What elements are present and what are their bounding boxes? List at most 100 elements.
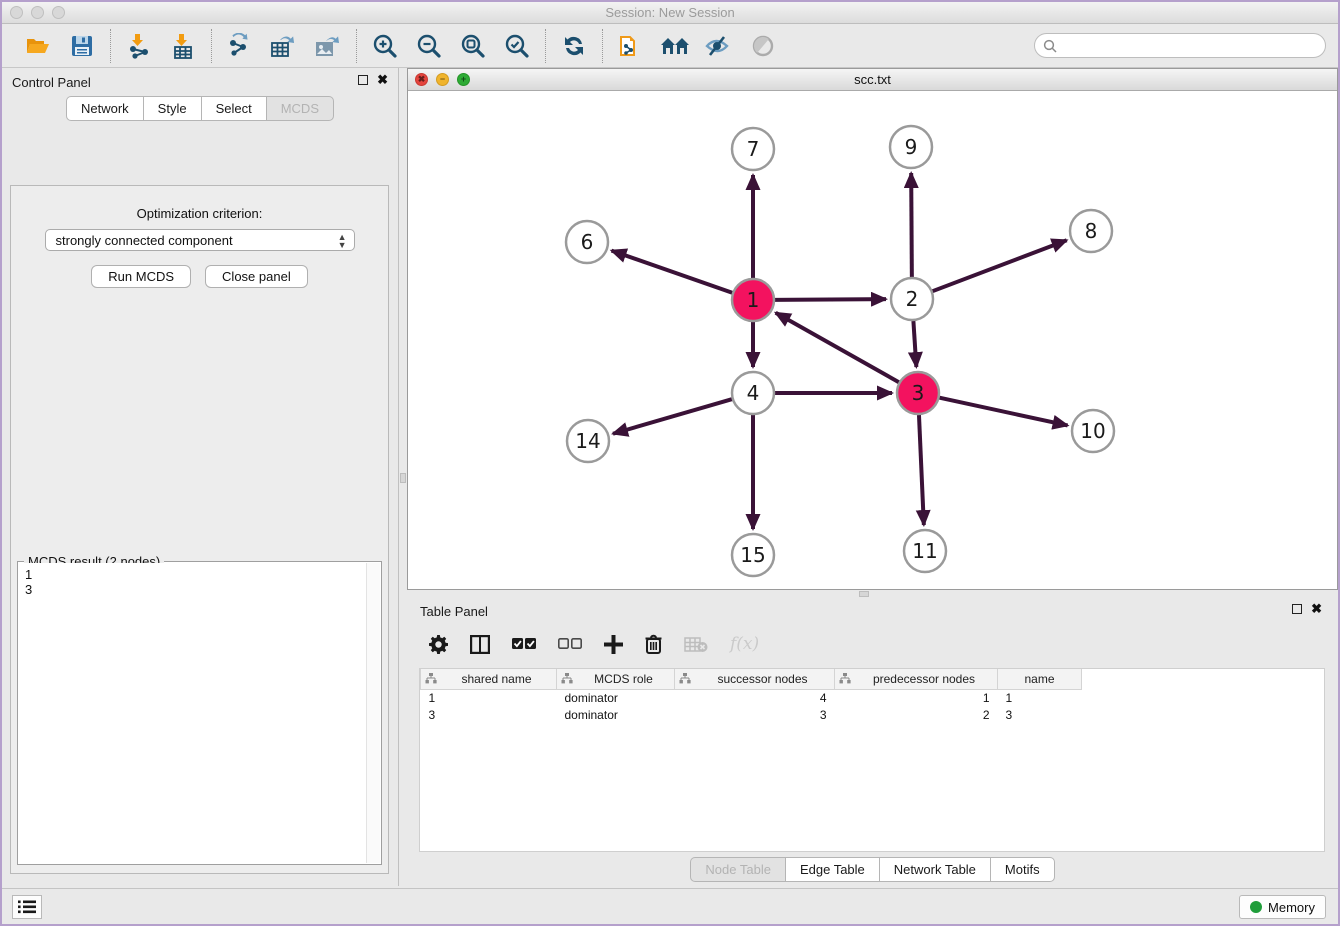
maximize-window-icon[interactable] <box>52 6 65 19</box>
zoom-in-button[interactable] <box>370 31 400 61</box>
delete-column-button[interactable] <box>645 634 662 654</box>
close-panel-icon[interactable]: ✖ <box>377 75 388 85</box>
splitter-handle[interactable] <box>400 473 406 483</box>
network-window-titlebar[interactable]: ✖ − + scc.txt <box>408 69 1337 91</box>
table-mode-gear-button[interactable] <box>429 635 448 654</box>
network-canvas[interactable]: 7 9 6 8 1 2 4 3 14 10 15 11 <box>408 91 1337 589</box>
column-header-MCDS-role[interactable]: MCDS role <box>557 669 675 689</box>
table-cell[interactable]: dominator <box>557 689 675 706</box>
column-header-successor-nodes[interactable]: successor nodes <box>675 669 835 689</box>
run-mcds-button[interactable]: Run MCDS <box>91 265 191 288</box>
unselect-all-button[interactable] <box>558 638 582 650</box>
zoom-out-button[interactable] <box>414 31 444 61</box>
column-type-icon <box>679 673 691 684</box>
table-tab-motifs[interactable]: Motifs <box>990 857 1055 882</box>
table-tab-edge-table[interactable]: Edge Table <box>785 857 879 882</box>
frame-minimize-icon[interactable]: − <box>436 73 449 86</box>
edge-3-11[interactable] <box>919 415 924 525</box>
edge-2-8[interactable] <box>933 240 1067 291</box>
network-graph[interactable]: 7 9 6 8 1 2 4 3 14 10 15 11 <box>408 91 1337 589</box>
graph-node-7[interactable]: 7 <box>732 128 774 170</box>
column-header-shared-name[interactable]: shared name <box>421 669 557 689</box>
table-cell[interactable]: dominator <box>557 706 675 723</box>
import-network-button[interactable] <box>124 31 154 61</box>
delete-table-button <box>684 636 708 653</box>
graph-node-10[interactable]: 10 <box>1072 410 1114 452</box>
clone-network-button[interactable] <box>616 31 646 61</box>
tab-mcds[interactable]: MCDS <box>266 96 334 121</box>
table-row[interactable]: 1dominator411 <box>421 689 1082 706</box>
graph-node-4[interactable]: 4 <box>732 372 774 414</box>
graph-node-8[interactable]: 8 <box>1070 210 1112 252</box>
node-label: 10 <box>1080 419 1105 443</box>
table-cell[interactable]: 3 <box>998 706 1082 723</box>
float-panel-icon[interactable] <box>358 75 368 85</box>
edge-3-10[interactable] <box>939 398 1067 426</box>
frame-maximize-icon[interactable]: + <box>457 73 470 86</box>
export-image-button[interactable] <box>313 31 343 61</box>
graph-node-15[interactable]: 15 <box>732 534 774 576</box>
horizontal-splitter[interactable] <box>407 590 1338 598</box>
edge-2-3[interactable] <box>913 321 916 367</box>
edge-2-9[interactable] <box>911 173 912 277</box>
criterion-select[interactable]: strongly connected component ▲▼ <box>45 229 355 251</box>
open-session-button[interactable] <box>23 31 53 61</box>
close-table-panel-icon[interactable]: ✖ <box>1311 604 1322 614</box>
table-cell[interactable]: 1 <box>835 689 998 706</box>
apply-layout-button[interactable] <box>559 31 589 61</box>
float-table-panel-icon[interactable] <box>1292 604 1302 614</box>
table-cell[interactable]: 4 <box>675 689 835 706</box>
graph-node-6[interactable]: 6 <box>566 221 608 263</box>
save-session-button[interactable] <box>67 31 97 61</box>
window-titlebar: Session: New Session <box>2 2 1338 24</box>
import-table-button[interactable] <box>168 31 198 61</box>
zoom-fit-button[interactable] <box>458 31 488 61</box>
column-header-name[interactable]: name <box>998 669 1082 689</box>
zoom-selected-button[interactable] <box>502 31 532 61</box>
vertical-splitter[interactable] <box>399 68 407 886</box>
edge-1-6[interactable] <box>612 251 733 293</box>
table-panel: Table Panel ✖ <box>407 598 1338 888</box>
edge-1-2[interactable] <box>775 299 886 300</box>
export-table-button[interactable] <box>269 31 299 61</box>
table-row[interactable]: 3dominator323 <box>421 706 1082 723</box>
edge-4-14[interactable] <box>613 399 732 434</box>
edge-3-1[interactable] <box>776 313 899 382</box>
show-column-button[interactable] <box>470 635 490 654</box>
table-cell[interactable]: 1 <box>421 689 557 706</box>
select-all-button[interactable] <box>512 638 536 650</box>
memory-button[interactable]: Memory <box>1239 895 1326 919</box>
control-panel-title: Control Panel <box>12 75 91 90</box>
table-tab-network-table[interactable]: Network Table <box>879 857 990 882</box>
status-menu-button[interactable] <box>12 895 42 919</box>
frame-close-icon[interactable]: ✖ <box>415 73 428 86</box>
graph-node-11[interactable]: 11 <box>904 530 946 572</box>
minimize-window-icon[interactable] <box>31 6 44 19</box>
close-panel-button[interactable]: Close panel <box>205 265 308 288</box>
search-input[interactable] <box>1062 38 1317 53</box>
mcds-panel: Optimization criterion: strongly connect… <box>10 185 389 874</box>
table-tab-node-table[interactable]: Node Table <box>690 857 785 882</box>
tab-network[interactable]: Network <box>66 96 143 121</box>
export-network-button[interactable] <box>225 31 255 61</box>
mcds-result-text[interactable]: 1 3 <box>19 563 366 863</box>
tab-select[interactable]: Select <box>201 96 266 121</box>
add-column-button[interactable] <box>604 635 623 654</box>
table-cell[interactable]: 1 <box>998 689 1082 706</box>
graphics-details-button[interactable] <box>748 31 778 61</box>
tab-style[interactable]: Style <box>143 96 201 121</box>
table-cell[interactable]: 3 <box>421 706 557 723</box>
graph-node-9[interactable]: 9 <box>890 126 932 168</box>
splitter-handle[interactable] <box>859 591 869 597</box>
close-window-icon[interactable] <box>10 6 23 19</box>
graph-node-14[interactable]: 14 <box>567 420 609 462</box>
table-cell[interactable]: 3 <box>675 706 835 723</box>
show-hide-style-button[interactable] <box>704 31 734 61</box>
result-scrollbar[interactable] <box>366 563 380 863</box>
table-cell[interactable]: 2 <box>835 706 998 723</box>
graph-node-3[interactable]: 3 <box>897 372 939 414</box>
graph-node-2[interactable]: 2 <box>891 278 933 320</box>
column-header-predecessor-nodes[interactable]: predecessor nodes <box>835 669 998 689</box>
welcome-screen-button[interactable] <box>660 31 690 61</box>
graph-node-1[interactable]: 1 <box>732 279 774 321</box>
